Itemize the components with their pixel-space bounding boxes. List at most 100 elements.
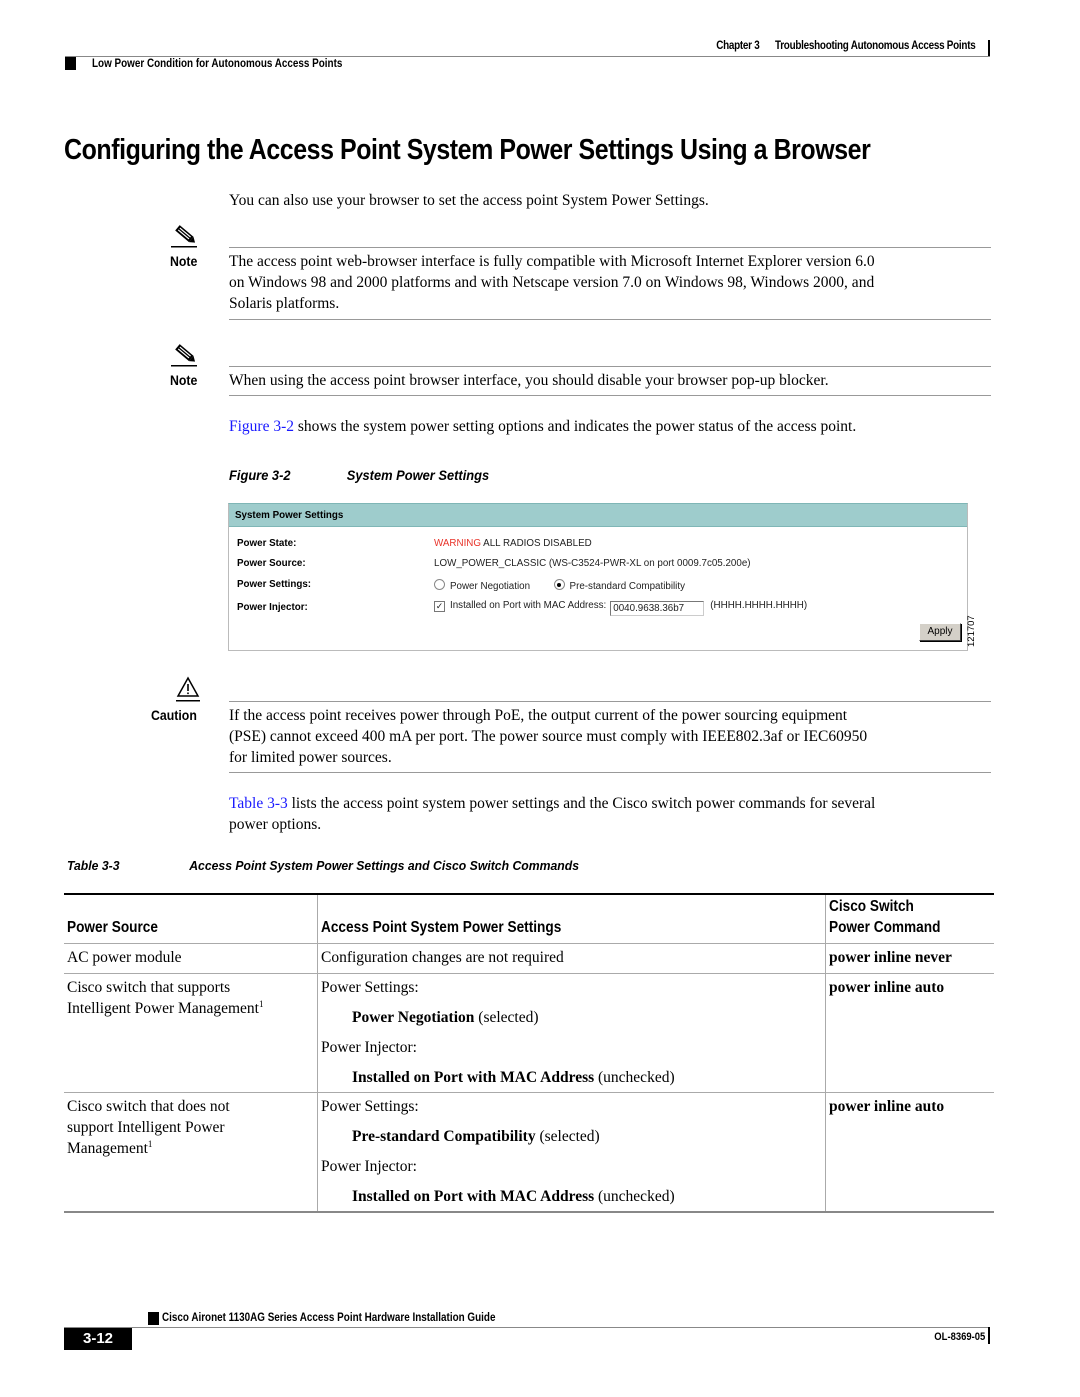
mac-address-input[interactable]: 0040.9638.36b7: [610, 601, 705, 616]
table-top-rule: [64, 893, 994, 895]
running-header-chapter: Chapter 3 Troubleshooting Autonomous Acce…: [716, 40, 976, 52]
panel-header: System Power Settings: [229, 504, 967, 527]
settings-label: Power Injector:: [321, 1158, 417, 1175]
paragraph-text: power options.: [229, 816, 322, 833]
chapter-title: Troubleshooting Autonomous Access Points: [774, 40, 975, 52]
settings-label: Power Injector:: [321, 1039, 417, 1056]
figure-link[interactable]: Figure 3-2: [229, 418, 294, 435]
caution-rule-bottom: [229, 772, 991, 773]
footer-square-marker: [148, 1312, 159, 1325]
prestandard-compatibility-label[interactable]: Pre-standard Compatibility: [570, 581, 685, 592]
figure-image-id: 121707: [966, 615, 977, 647]
note-line: on Windows 98 and 2000 platforms and wit…: [229, 274, 875, 291]
header-bar: [988, 40, 990, 56]
note-rule-bottom: [229, 395, 991, 396]
source-line: Intelligent Power Management: [67, 1000, 259, 1017]
note-label: Note: [170, 253, 198, 269]
caution-text: If the access point receives power throu…: [229, 705, 994, 768]
caution-rule-top: [229, 701, 991, 702]
table-cell-settings: Power Settings: Power Negotiation (selec…: [321, 977, 675, 1088]
header-rule: [65, 56, 990, 57]
caution-line: If the access point receives power throu…: [229, 707, 848, 724]
settings-state: (selected): [535, 1128, 600, 1145]
table-cell-command: power inline never: [829, 949, 952, 966]
settings-state: (selected): [474, 1009, 539, 1026]
note-rule-bottom: [229, 319, 991, 320]
table-cell-source: Cisco switch that does not support Intel…: [67, 1096, 230, 1159]
settings-state: (unchecked): [594, 1188, 675, 1205]
note-rule-top: [229, 366, 991, 367]
footer-bar: [988, 1327, 990, 1344]
table-cell-settings: Configuration changes are not required: [321, 949, 564, 966]
header-square-marker: [65, 57, 76, 70]
row-rule: [64, 973, 994, 974]
power-negotiation-label[interactable]: Power Negotiation: [450, 581, 530, 592]
prestandard-compatibility-radio[interactable]: [553, 579, 565, 590]
note-label: Note: [170, 372, 198, 388]
pencil-icon: [170, 341, 198, 367]
figure-reference-paragraph: Figure 3-2 shows the system power settin…: [229, 416, 994, 437]
caution-line: (PSE) cannot exceed 400 mA per port. The…: [229, 728, 868, 745]
table-bottom-rule: [64, 1211, 994, 1213]
table-number: Table 3-3: [67, 858, 120, 873]
header-rule: [64, 943, 994, 944]
mac-format-hint: (HHHH.HHHH.HHHH): [710, 600, 808, 611]
note-text: When using the access point browser inte…: [229, 372, 829, 389]
table-link[interactable]: Table 3-3: [229, 795, 288, 812]
pencil-icon: [170, 222, 198, 248]
note-text: The access point web-browser interface i…: [229, 251, 994, 314]
power-injector-label: Power Injector:: [237, 602, 308, 613]
source-line: Cisco switch that does not: [67, 1098, 230, 1115]
system-power-settings-panel: System Power Settings Power State: WARNI…: [228, 503, 968, 651]
settings-option: Installed on Port with MAC Address: [352, 1188, 595, 1205]
paragraph-text: lists the access point system power sett…: [287, 795, 876, 812]
note-line: Solaris platforms.: [229, 295, 340, 312]
settings-label: Power Settings:: [321, 979, 419, 996]
header-cisco-switch: Cisco Switch: [829, 898, 914, 915]
table-caption: Table 3-3 Access Point System Power Setti…: [67, 858, 579, 873]
intro-paragraph: You can also use your browser to set the…: [229, 192, 709, 209]
settings-state: (unchecked): [594, 1069, 675, 1086]
note-rule-top: [229, 247, 991, 248]
settings-label: Power Settings:: [321, 1098, 419, 1115]
source-line: Management: [67, 1140, 148, 1157]
footer-rule: [64, 1327, 989, 1328]
table-cell-settings: Power Settings: Pre-standard Compatibili…: [321, 1096, 675, 1207]
radios-status: ALL RADIOS DISABLED: [481, 538, 592, 549]
table-cell-command: power inline auto: [829, 1098, 945, 1115]
settings-option: Power Negotiation: [352, 1009, 475, 1026]
page-number: 3-12: [64, 1328, 132, 1350]
caution-label: Caution: [151, 707, 197, 723]
power-settings-label: Power Settings:: [237, 579, 312, 590]
power-source-value: LOW_POWER_CLASSIC (WS-C3524-PWR-XL on po…: [434, 558, 751, 569]
power-source-label: Power Source:: [237, 558, 306, 569]
source-line: Cisco switch that supports: [67, 979, 231, 996]
table-cell-source: AC power module: [67, 949, 182, 966]
settings-option: Installed on Port with MAC Address: [352, 1069, 595, 1086]
power-state-value: WARNING ALL RADIOS DISABLED: [434, 538, 592, 549]
figure-title: System Power Settings: [346, 467, 490, 483]
power-settings-options: Power Negotiation Pre-standard Compatibi…: [434, 579, 685, 592]
header-ap-settings: Access Point System Power Settings: [321, 919, 562, 936]
power-negotiation-radio[interactable]: [434, 579, 445, 590]
footnote-marker[interactable]: 1: [148, 1139, 153, 1149]
table-reference-paragraph: Table 3-3 lists the access point system …: [229, 793, 994, 835]
page-title: Configuring the Access Point System Powe…: [64, 134, 871, 166]
row-rule: [64, 1092, 994, 1093]
paragraph-text: shows the system power setting options a…: [294, 418, 857, 435]
document-id: OL-8369-05: [933, 1331, 985, 1343]
table-title: Access Point System Power Settings and C…: [189, 858, 579, 873]
footnote-marker[interactable]: 1: [259, 999, 264, 1009]
header-power-source: Power Source: [67, 919, 158, 936]
injector-checkbox[interactable]: ✓: [434, 601, 445, 612]
warning-text: WARNING: [434, 538, 481, 549]
header-power-command: Power Command: [829, 919, 941, 936]
caution-line: for limited power sources.: [229, 749, 392, 766]
settings-option: Pre-standard Compatibility: [352, 1128, 536, 1145]
injector-label: Installed on Port with MAC Address:: [450, 600, 607, 611]
table-cell-source: Cisco switch that supports Intelligent P…: [67, 977, 263, 1019]
power-injector-controls: ✓ Installed on Port with MAC Address: 0040…: [434, 600, 807, 616]
figure-number: Figure 3-2: [229, 467, 291, 483]
warning-triangle-icon: [174, 676, 202, 702]
apply-button[interactable]: Apply: [919, 623, 961, 641]
